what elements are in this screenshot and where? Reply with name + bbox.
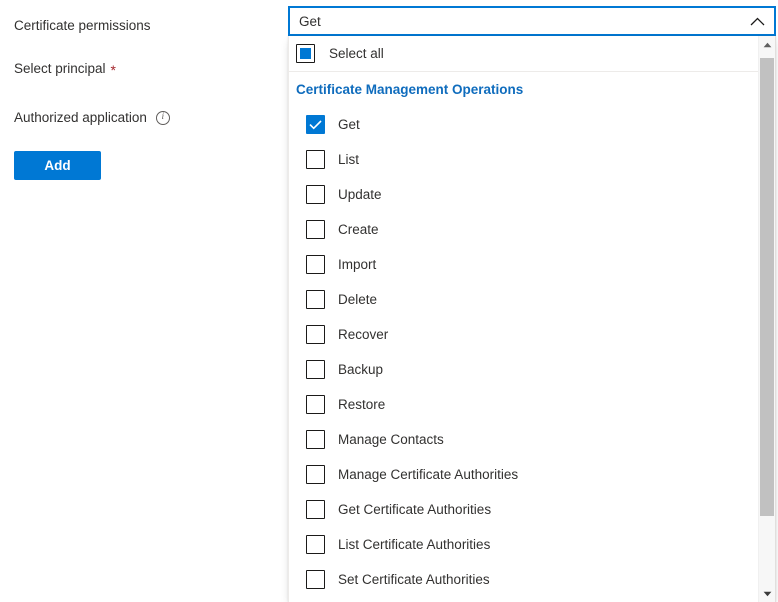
option-label: Recover — [338, 327, 389, 342]
option-restore[interactable]: Restore — [289, 387, 758, 422]
option-manage-certificate-authorities[interactable]: Manage Certificate Authorities — [289, 457, 758, 492]
option-label: Create — [338, 222, 379, 237]
info-icon-glyph: i — [161, 111, 165, 122]
option-recover[interactable]: Recover — [289, 317, 758, 352]
option-update[interactable]: Update — [289, 177, 758, 212]
add-button[interactable]: Add — [14, 151, 101, 180]
group-header-text: Certificate Management Operations — [296, 82, 524, 97]
certificate-permissions-combobox[interactable]: Get — [288, 6, 776, 36]
option-label: Restore — [338, 397, 386, 412]
checkbox-unchecked-icon[interactable] — [306, 570, 325, 589]
checkbox-unchecked-icon[interactable] — [306, 150, 325, 169]
checkbox-unchecked-icon[interactable] — [306, 360, 325, 379]
info-icon[interactable]: i — [155, 111, 170, 125]
field-label-text: Select principal — [14, 61, 106, 76]
checkbox-indeterminate-square — [300, 48, 311, 59]
field-label-text: Authorized application — [14, 110, 147, 125]
option-delete[interactable]: Delete — [289, 282, 758, 317]
permissions-dropdown-panel: Select all Certificate Management Operat… — [288, 36, 776, 602]
option-import[interactable]: Import — [289, 247, 758, 282]
option-list[interactable]: List — [289, 142, 758, 177]
label-select-principal: Select principal * — [14, 60, 116, 78]
label-authorized-application: Authorized application i — [14, 109, 170, 127]
checkbox-unchecked-icon[interactable] — [306, 220, 325, 239]
scrollbar-thumb[interactable] — [760, 58, 774, 516]
label-certificate-permissions: Certificate permissions — [14, 17, 151, 35]
dropdown-scrollbar[interactable] — [758, 36, 775, 602]
option-manage-contacts[interactable]: Manage Contacts — [289, 422, 758, 457]
checkbox-indeterminate-icon[interactable] — [296, 44, 315, 63]
option-get-certificate-authorities[interactable]: Get Certificate Authorities — [289, 492, 758, 527]
option-label: Manage Certificate Authorities — [338, 467, 519, 482]
option-label: Set Certificate Authorities — [338, 572, 490, 587]
group-header-certificate-management-operations: Certificate Management Operations — [289, 72, 758, 107]
checkbox-unchecked-icon[interactable] — [306, 255, 325, 274]
checkbox-checked-icon[interactable] — [306, 115, 325, 134]
checkbox-unchecked-icon[interactable] — [306, 185, 325, 204]
option-list-certificate-authorities[interactable]: List Certificate Authorities — [289, 527, 758, 562]
form-column: Certificate permissions Select principal… — [0, 0, 285, 602]
checkbox-unchecked-icon[interactable] — [306, 500, 325, 519]
scroll-up-arrow-icon[interactable] — [759, 36, 775, 53]
option-set-certificate-authorities[interactable]: Set Certificate Authorities — [289, 562, 758, 597]
checkbox-unchecked-icon[interactable] — [306, 535, 325, 554]
option-label: List Certificate Authorities — [338, 537, 491, 552]
scroll-down-arrow-icon[interactable] — [759, 585, 775, 602]
dropdown-option-list: Select all Certificate Management Operat… — [289, 36, 758, 602]
option-label: Backup — [338, 362, 384, 377]
option-create[interactable]: Create — [289, 212, 758, 247]
option-backup[interactable]: Backup — [289, 352, 758, 387]
option-label: Get Certificate Authorities — [338, 502, 492, 517]
option-label: Update — [338, 187, 382, 202]
checkbox-unchecked-icon[interactable] — [306, 290, 325, 309]
option-label: Delete — [338, 292, 378, 307]
option-label: Get — [338, 117, 360, 132]
checkbox-unchecked-icon[interactable] — [306, 430, 325, 449]
required-asterisk: * — [110, 62, 116, 78]
field-label-text: Certificate permissions — [14, 18, 151, 33]
option-select-all[interactable]: Select all — [289, 36, 758, 72]
option-get[interactable]: Get — [289, 107, 758, 142]
combobox-value: Get — [299, 13, 321, 29]
option-label: List — [338, 152, 360, 167]
checkbox-unchecked-icon[interactable] — [306, 395, 325, 414]
option-label: Select all — [329, 46, 384, 61]
checkbox-unchecked-icon[interactable] — [306, 325, 325, 344]
option-label: Manage Contacts — [338, 432, 444, 447]
checkbox-unchecked-icon[interactable] — [306, 465, 325, 484]
option-label: Import — [338, 257, 377, 272]
chevron-up-icon[interactable] — [740, 8, 774, 34]
